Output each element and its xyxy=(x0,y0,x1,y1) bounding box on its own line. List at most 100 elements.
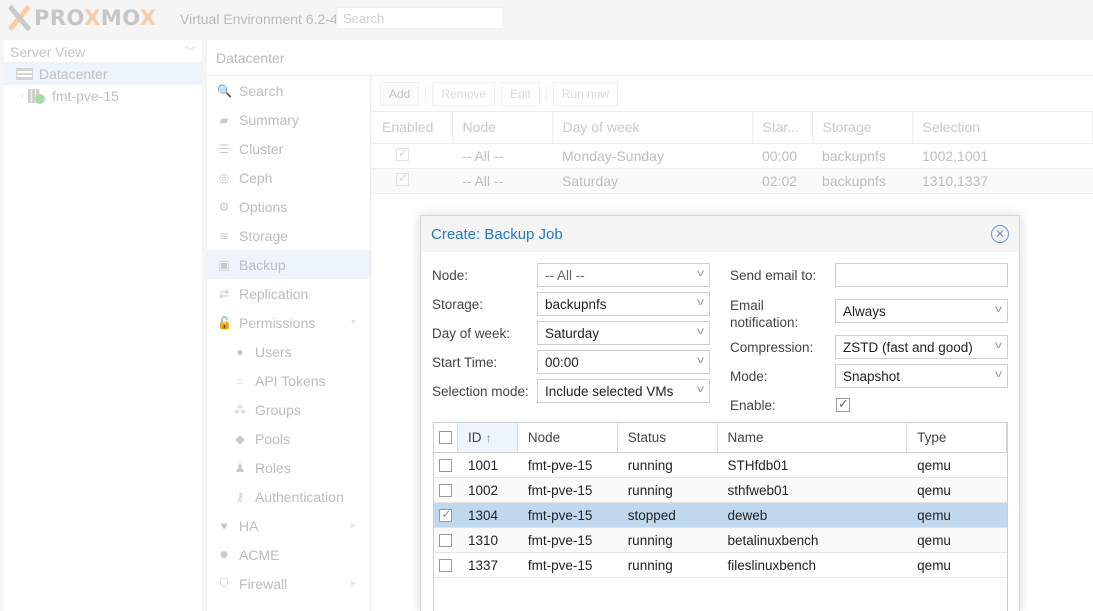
vm-select-checkbox[interactable] xyxy=(439,558,453,572)
search-icon: 🔍 xyxy=(217,83,232,98)
node-select[interactable]: -- All -- v xyxy=(537,263,710,287)
nav-item-acme[interactable]: ✹ ACME xyxy=(207,540,370,569)
nav-item-cluster[interactable]: ☰ Cluster xyxy=(207,134,370,163)
column-day[interactable]: Day of week xyxy=(552,112,753,144)
table-row[interactable]: -- All -- Saturday 02:02 backupnfs 1310,… xyxy=(372,168,1093,194)
column-storage[interactable]: Storage xyxy=(812,112,913,144)
edit-button[interactable]: Edit xyxy=(501,81,540,106)
vm-select-checkbox[interactable] xyxy=(439,533,453,547)
chevron-right-icon[interactable]: ▸ xyxy=(351,520,356,531)
sort-ascending-icon: ↑ xyxy=(485,430,492,445)
day-of-week-select[interactable]: Saturday v xyxy=(537,321,710,345)
expand-arrow-icon[interactable]: › xyxy=(16,91,28,102)
nav-item-groups[interactable]: ⁂ Groups xyxy=(207,395,370,424)
compression-select[interactable]: ZSTD (fast and good) v xyxy=(835,335,1008,359)
datacenter-nav: 🔍 Search ▰ Summary ☰ Cluster ◎ Ceph ⚙ Options ≋ Sto… xyxy=(207,76,371,611)
column-enabled[interactable]: Enabled xyxy=(372,112,453,144)
vm-select-checkbox[interactable] xyxy=(439,483,453,497)
nav-item-firewall[interactable]: ⛉ Firewall ▸ xyxy=(207,569,370,598)
column-type[interactable]: Type xyxy=(907,423,1007,452)
nav-item-api-tokens[interactable]: ○ API Tokens xyxy=(207,366,370,395)
day-of-week-label: Day of week: xyxy=(432,326,511,341)
select-all-checkbox[interactable] xyxy=(438,431,452,444)
column-node[interactable]: Node xyxy=(452,112,553,144)
nav-item-pools[interactable]: ◆ Pools xyxy=(207,424,370,453)
enable-checkbox[interactable] xyxy=(836,396,850,412)
enabled-checkbox xyxy=(396,171,409,186)
vm-row[interactable]: 1310 fmt-pve-15 running betalinuxbench qemu xyxy=(434,528,1007,553)
send-email-input[interactable] xyxy=(835,263,1008,287)
datacenter-icon xyxy=(16,68,33,80)
chevron-right-icon[interactable]: ▸ xyxy=(351,578,356,589)
view-selector[interactable]: Server View ﹀ xyxy=(4,40,202,63)
storage-select[interactable]: backupnfs v xyxy=(537,292,710,316)
remove-button[interactable]: Remove xyxy=(432,81,496,106)
run-now-button[interactable]: Run now xyxy=(552,81,619,106)
chevron-down-icon: ﹀ xyxy=(185,46,196,58)
nav-item-roles[interactable]: ♟ Roles xyxy=(207,453,370,482)
enabled-checkbox xyxy=(396,146,409,161)
global-search-input[interactable]: Search xyxy=(336,7,504,29)
column-node[interactable]: Node xyxy=(518,423,618,452)
dialog-title: Create: Backup Job xyxy=(431,225,563,243)
nav-item-summary[interactable]: ▰ Summary xyxy=(207,105,370,134)
database-icon: ≋ xyxy=(218,228,230,243)
vm-row[interactable]: 1304 fmt-pve-15 stopped deweb qemu xyxy=(434,503,1007,528)
column-start[interactable]: Star... xyxy=(752,112,813,144)
email-notification-select[interactable]: Always v xyxy=(835,299,1008,323)
top-bar: PROXMOX Virtual Environment 6.2-4 Search xyxy=(0,0,1093,38)
vm-cell-id: 1001 xyxy=(467,457,498,473)
nav-item-search[interactable]: 🔍 Search xyxy=(207,76,370,105)
vm-cell-node: fmt-pve-15 xyxy=(527,457,593,473)
mode-select[interactable]: Snapshot v xyxy=(835,364,1008,388)
selection-mode-select[interactable]: Include selected VMs v xyxy=(537,379,710,403)
dialog-header: Create: Backup Job ✕ xyxy=(421,216,1019,252)
shield-icon: ⛉ xyxy=(219,576,229,590)
vm-cell-type: qemu xyxy=(917,557,951,573)
nav-item-ceph[interactable]: ◎ Ceph xyxy=(207,163,370,192)
add-button[interactable]: Add xyxy=(380,81,420,106)
nav-item-backup[interactable]: ▣ Backup xyxy=(207,250,370,279)
vm-cell-name: sthfweb01 xyxy=(727,482,790,498)
backup-toolbar: Add Remove Edit Run now xyxy=(372,76,1093,112)
vm-grid-header: ID ↑ Node Status Name Type xyxy=(434,423,1007,453)
nav-item-ha[interactable]: ♥ HA ▸ xyxy=(207,511,370,540)
table-row[interactable]: -- All -- Monday-Sunday 00:00 backupnfs … xyxy=(372,143,1093,169)
nav-item-users[interactable]: ● Users xyxy=(207,337,370,366)
column-selection[interactable]: Selection xyxy=(912,112,1093,144)
tree-item-datacenter[interactable]: Datacenter xyxy=(4,63,202,85)
proxmox-x-icon xyxy=(6,5,32,31)
nav-item-authentication[interactable]: ⚷ Authentication xyxy=(207,482,370,511)
vm-grid-body: 1001 fmt-pve-15 running STHfdb01 qemu 1002 fmt… xyxy=(434,453,1007,578)
vm-row[interactable]: 1002 fmt-pve-15 running sthfweb01 qemu xyxy=(434,478,1007,503)
vm-cell-name: betalinuxbench xyxy=(727,532,819,548)
column-name[interactable]: Name xyxy=(718,423,908,452)
chevron-down-icon[interactable]: ▾ xyxy=(351,317,356,328)
column-id[interactable]: ID ↑ xyxy=(457,423,518,452)
send-email-label: Send email to: xyxy=(730,268,817,283)
column-status[interactable]: Status xyxy=(618,423,718,452)
chevron-down-icon: v xyxy=(697,326,704,337)
compression-label: Compression: xyxy=(730,340,814,355)
vm-row[interactable]: 1337 fmt-pve-15 running fileslinuxbench qemu xyxy=(434,553,1007,578)
tree-item-node[interactable]: › fmt-pve-15 xyxy=(4,85,202,107)
start-time-select[interactable]: 00:00 v xyxy=(537,350,710,374)
proxmox-logo: PROXMOX xyxy=(6,5,157,31)
chevron-down-icon: v xyxy=(697,355,704,366)
chevron-down-icon: v xyxy=(697,268,704,279)
close-icon[interactable]: ✕ xyxy=(991,225,1009,243)
start-time-label: Start Time: xyxy=(432,355,498,370)
nav-item-options[interactable]: ⚙ Options xyxy=(207,192,370,221)
backup-jobs-table: Enabled Node Day of week Star... Storage… xyxy=(372,112,1093,194)
create-backup-job-dialog: Create: Backup Job ✕ Node: -- All -- v St… xyxy=(420,215,1020,611)
vm-cell-name: fileslinuxbench xyxy=(727,557,817,573)
vm-cell-id: 1002 xyxy=(467,482,498,498)
vm-row[interactable]: 1001 fmt-pve-15 running STHfdb01 qemu xyxy=(434,453,1007,478)
nav-item-replication[interactable]: ⇄ Replication xyxy=(207,279,370,308)
vm-select-checkbox[interactable] xyxy=(439,507,453,522)
vm-cell-id: 1337 xyxy=(467,557,498,573)
vm-select-checkbox[interactable] xyxy=(439,458,453,472)
nav-item-storage[interactable]: ≋ Storage xyxy=(207,221,370,250)
nav-item-permissions[interactable]: 🔓 Permissions ▾ xyxy=(207,308,370,337)
vm-cell-status: running xyxy=(627,532,673,548)
